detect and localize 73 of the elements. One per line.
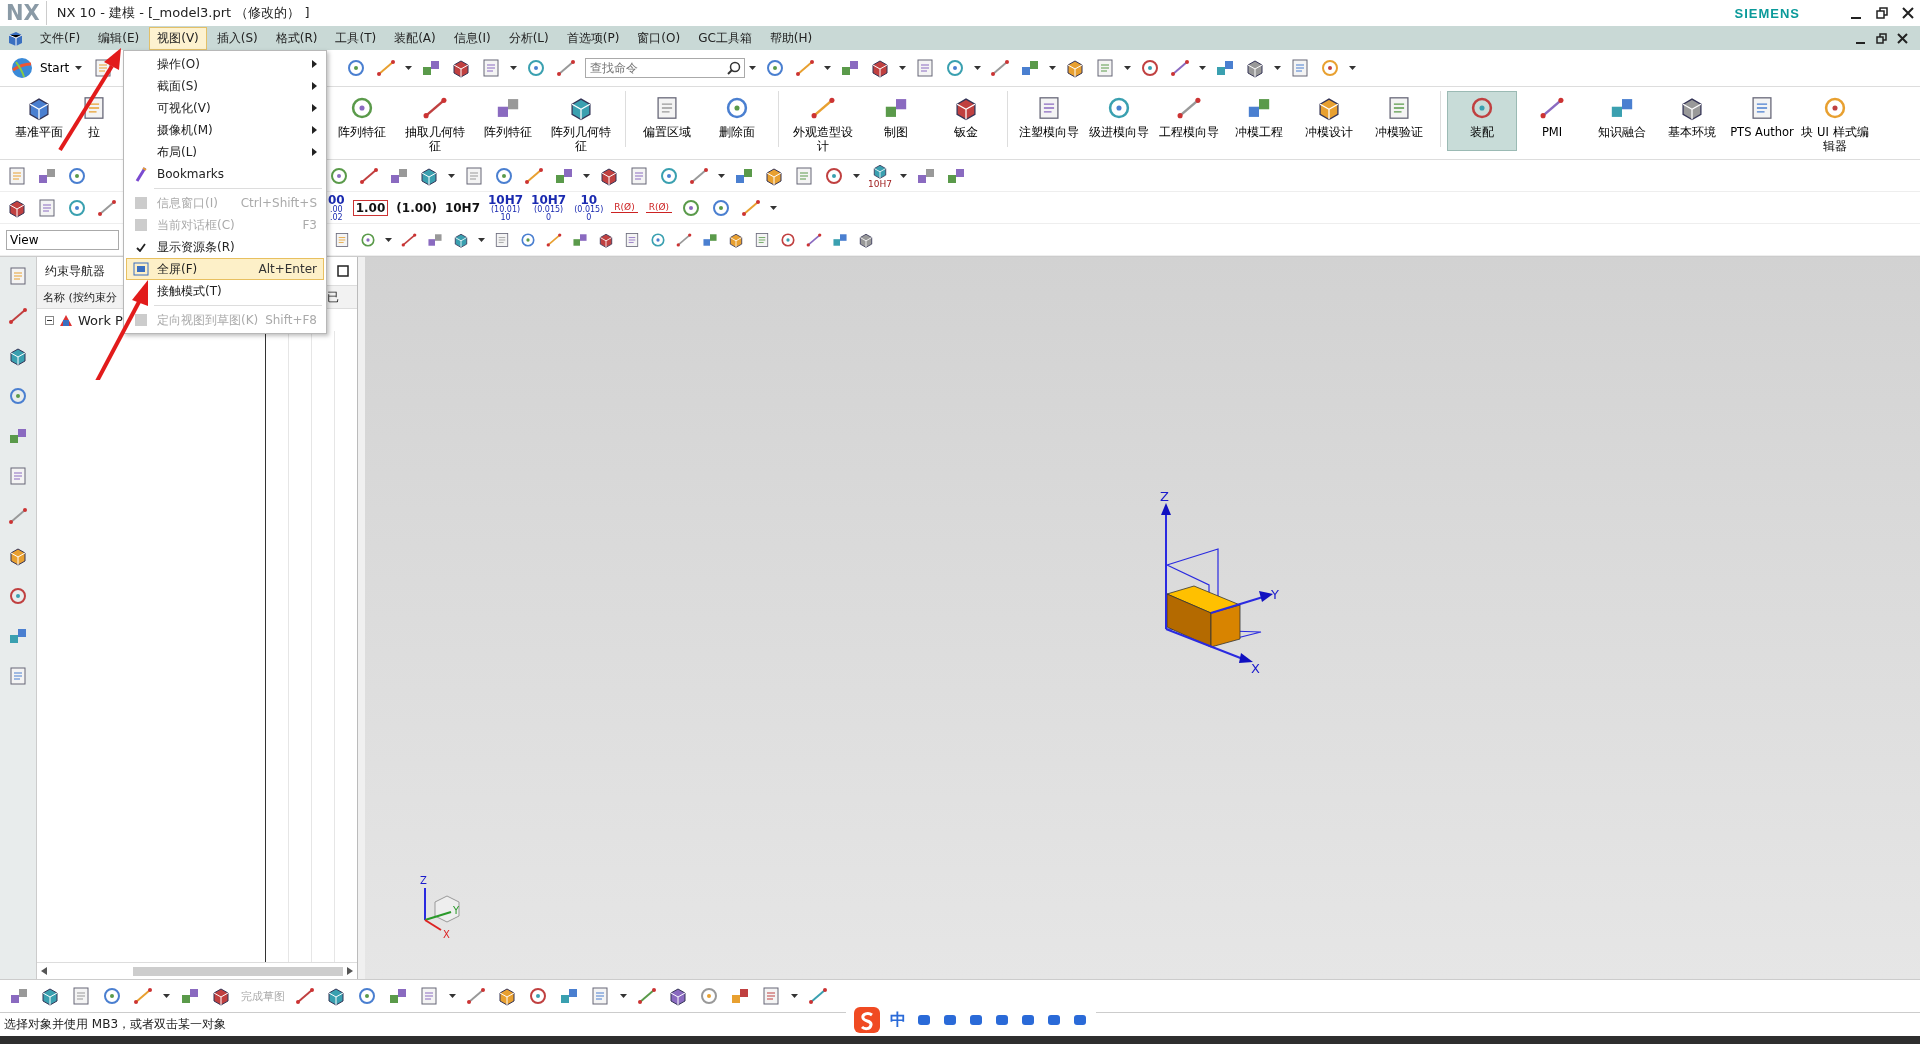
ribbon-button[interactable]: 阵列特征 — [327, 91, 397, 151]
axis-label: Y — [453, 905, 460, 916]
ribbon-button[interactable]: 级进模向导 — [1084, 91, 1154, 151]
ribbon-button[interactable]: 基准平面 — [4, 91, 74, 151]
menu-item[interactable]: GC工具箱 — [690, 26, 760, 50]
axis-label: Z — [420, 875, 427, 886]
ribbon-button[interactable]: 偏置区域 — [632, 91, 702, 151]
ribbon-button[interactable]: 阵列特征 — [473, 91, 543, 151]
search-field[interactable]: 查找命令 — [585, 58, 746, 78]
dimension-style-button[interactable]: 1.00 — [352, 199, 389, 216]
window-title: NX 10 - 建模 - [_model3.prt （修改的） ] — [56, 4, 311, 22]
menu-item[interactable]: 操作(O) — [126, 53, 324, 75]
dimension-style-button[interactable]: 10 (0.015) 0 — [574, 193, 604, 222]
panel-title: 约束导航器 — [45, 262, 105, 280]
ribbon-button[interactable]: 拉 — [80, 91, 108, 151]
ribbon-button[interactable]: PTS Author — [1727, 91, 1797, 151]
menu-item[interactable]: 首选项(P) — [558, 26, 628, 50]
menu-item[interactable]: 编辑(E) — [90, 26, 148, 50]
ribbon-button[interactable]: 冲模工程 — [1224, 91, 1294, 151]
menu-item[interactable]: 工具(T) — [327, 26, 385, 50]
column-header[interactable]: 名称 (按约束分 — [43, 289, 117, 305]
input-mode-label[interactable]: 中 — [890, 1009, 906, 1031]
menu-item[interactable]: 格式(R) — [267, 26, 326, 50]
dimension-style-button[interactable]: 10H7 (0.015) 0 — [531, 193, 567, 222]
brand-logo: SIEMENS — [1734, 5, 1800, 21]
ribbon-button[interactable]: 冲模设计 — [1294, 91, 1364, 151]
ribbon-button[interactable]: 注塑模向导 — [1014, 91, 1084, 151]
menu-item[interactable]: 信息(I) — [445, 26, 499, 50]
ribbon-button[interactable]: 阵列几何特征 — [543, 91, 619, 151]
ribbon-button[interactable]: 块 UI 样式编辑器 — [1797, 91, 1873, 151]
axis-label: X — [443, 929, 450, 940]
ribbon-button[interactable]: PMI — [1517, 91, 1587, 151]
ribbon-button[interactable]: 抽取几何特征 — [397, 91, 473, 151]
ribbon-button[interactable]: 基本环境 — [1657, 91, 1727, 151]
menu-item[interactable]: 文件(F) — [32, 26, 89, 50]
column-header[interactable]: 已 — [327, 289, 339, 304]
menu-item[interactable]: 窗口(O) — [629, 26, 689, 50]
ribbon-button[interactable]: 钣金 — [931, 91, 1001, 151]
ribbon-button[interactable]: 冲模验证 — [1364, 91, 1434, 151]
ribbon-button[interactable]: 工程模向导 — [1154, 91, 1224, 151]
axis-label: X — [1251, 661, 1260, 676]
ribbon-button[interactable]: 外观造型设计 — [785, 91, 861, 151]
tolerance-label: 10H7 — [868, 180, 892, 189]
app-logo: NX — [6, 1, 47, 25]
dimension-style-button[interactable]: R(Ø) — [611, 202, 638, 213]
dimension-style-button[interactable]: 00 .00 .02 — [328, 193, 345, 222]
ribbon-button[interactable]: 装配 — [1447, 91, 1517, 151]
menu-item[interactable]: 帮助(H) — [761, 26, 821, 50]
menu-item[interactable]: Bookmarks — [126, 163, 324, 185]
menu-item[interactable]: 布局(L) — [126, 141, 324, 163]
menu-item[interactable]: 插入(S) — [208, 26, 266, 50]
ribbon-button[interactable]: 删除面 — [702, 91, 772, 151]
dimension-style-button[interactable]: R(Ø) — [645, 202, 673, 213]
dimension-style-button[interactable]: (1.00) — [396, 201, 437, 214]
dimension-style-button[interactable]: 10H7 — [444, 201, 480, 214]
menu-item[interactable]: 显示资源条(R) — [126, 236, 324, 258]
menu-item[interactable]: 截面(S) — [126, 75, 324, 97]
menu-item[interactable]: 装配(A) — [386, 26, 444, 50]
tree-item[interactable]: Work P — [78, 312, 123, 328]
view-field[interactable]: View — [6, 229, 119, 250]
ribbon-button[interactable]: 制图 — [861, 91, 931, 151]
axis-label: Y — [1271, 587, 1279, 602]
status-text: 选择对象并使用 MB3，或者双击某一对象 — [4, 1016, 227, 1033]
menu-item[interactable]: 全屏(F) Alt+Enter — [126, 258, 324, 280]
menu-item[interactable]: 分析(L) — [500, 26, 557, 50]
axis-label: Z — [1160, 489, 1169, 504]
start-button[interactable]: Start — [8, 54, 85, 82]
menu-item[interactable]: 摄像机(M) — [126, 119, 324, 141]
dimension-style-button[interactable]: 10H7 (10.01) 10 — [488, 193, 524, 222]
menu-item[interactable]: 接触模式(T) — [126, 280, 324, 302]
menu-item[interactable]: 视图(V) — [149, 26, 207, 50]
ribbon-button[interactable]: 知识融合 — [1587, 91, 1657, 151]
menu-item[interactable]: 可视化(V) — [126, 97, 324, 119]
